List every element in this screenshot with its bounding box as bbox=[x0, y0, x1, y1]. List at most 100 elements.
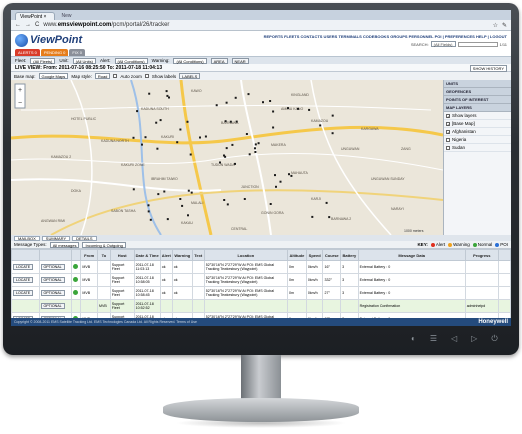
vehicle-marker[interactable] bbox=[186, 120, 189, 123]
map-style-select[interactable]: Road bbox=[94, 73, 111, 79]
show-history-button[interactable]: SHOW HISTORY bbox=[469, 65, 507, 72]
reload-icon[interactable]: C bbox=[35, 22, 39, 28]
column-header[interactable]: To bbox=[96, 249, 111, 261]
optional-button[interactable]: OPTIONAL bbox=[38, 299, 72, 313]
vehicle-marker[interactable] bbox=[187, 214, 189, 217]
vehicle-marker[interactable] bbox=[176, 141, 179, 144]
vehicle-marker[interactable] bbox=[231, 143, 234, 146]
vehicle-marker[interactable] bbox=[234, 96, 237, 99]
layer-checkbox[interactable] bbox=[446, 137, 450, 142]
vehicle-marker[interactable] bbox=[163, 190, 166, 193]
vehicle-marker[interactable] bbox=[272, 110, 275, 113]
vehicle-marker[interactable] bbox=[219, 161, 221, 164]
vehicle-marker[interactable] bbox=[166, 94, 169, 97]
vehicle-marker[interactable] bbox=[181, 204, 184, 207]
vehicle-marker[interactable] bbox=[287, 107, 289, 110]
monitor-button-icon[interactable]: ☰ bbox=[430, 334, 437, 344]
optional-button-text[interactable]: OPTIONAL bbox=[40, 303, 65, 309]
optional-button-text[interactable]: OPTIONAL bbox=[40, 277, 65, 283]
tab-alerts[interactable]: ALERTS 0 bbox=[15, 49, 40, 56]
column-header[interactable] bbox=[11, 249, 40, 261]
locate-button[interactable]: LOCATE bbox=[11, 273, 40, 287]
vehicle-marker[interactable] bbox=[229, 120, 232, 123]
units-header[interactable]: UNITS bbox=[444, 80, 511, 88]
vehicle-marker[interactable] bbox=[308, 108, 311, 111]
vehicle-marker[interactable] bbox=[187, 189, 190, 192]
vehicle-marker[interactable] bbox=[155, 121, 158, 124]
vehicle-marker[interactable] bbox=[245, 133, 248, 135]
column-header[interactable]: Date & Time bbox=[133, 249, 161, 261]
optional-button-text[interactable]: OPTIONAL bbox=[40, 264, 65, 270]
new-tab-button[interactable]: New bbox=[55, 12, 77, 20]
vehicle-marker[interactable] bbox=[179, 128, 182, 131]
vehicle-marker[interactable] bbox=[204, 135, 207, 138]
vehicle-marker[interactable] bbox=[311, 215, 314, 218]
column-header[interactable]: Text bbox=[191, 249, 205, 261]
column-header[interactable]: Course bbox=[322, 249, 342, 261]
labels-button[interactable]: LABELS bbox=[179, 73, 201, 79]
table-row[interactable]: LOCATE OPTIONAL MVB Support Fleet 2011-07-18… bbox=[11, 286, 511, 300]
url-field[interactable]: www.emsviewpoint.com/pcm/portal/26/track… bbox=[43, 22, 488, 28]
vehicle-marker[interactable] bbox=[179, 198, 182, 200]
column-header[interactable] bbox=[497, 249, 511, 261]
vehicle-marker[interactable] bbox=[275, 185, 277, 188]
vehicle-marker[interactable] bbox=[257, 142, 260, 145]
vehicle-marker[interactable] bbox=[136, 110, 139, 113]
layer-item[interactable]: Afghanistan bbox=[444, 128, 511, 136]
locate-button[interactable] bbox=[11, 299, 40, 313]
optional-button[interactable]: OPTIONAL bbox=[38, 260, 72, 274]
star-icon[interactable]: ☆ bbox=[493, 22, 498, 29]
column-header[interactable] bbox=[38, 249, 72, 261]
alert-select[interactable]: (All Conditions) bbox=[114, 57, 148, 64]
vehicle-marker[interactable] bbox=[226, 203, 229, 206]
base-map-select[interactable]: Google Maps bbox=[38, 73, 69, 79]
locate-button-text[interactable]: LOCATE bbox=[13, 264, 34, 270]
layer-checkbox[interactable] bbox=[446, 129, 450, 134]
browser-tab[interactable]: ViewPoint × bbox=[15, 12, 56, 20]
vehicle-marker[interactable] bbox=[235, 120, 238, 123]
unit-select[interactable]: (All Units) bbox=[72, 57, 96, 64]
column-header[interactable]: Location bbox=[203, 249, 288, 261]
locate-button[interactable]: LOCATE bbox=[11, 286, 40, 300]
auto-zoom-checkbox[interactable] bbox=[113, 74, 118, 78]
layer-item[interactable]: Show layers bbox=[444, 112, 511, 120]
search-input[interactable] bbox=[457, 41, 498, 47]
vehicle-marker[interactable] bbox=[215, 104, 218, 107]
vehicle-marker[interactable] bbox=[331, 132, 334, 135]
layer-item[interactable]: Sudan bbox=[444, 144, 511, 152]
vehicle-marker[interactable] bbox=[325, 201, 328, 204]
vehicle-marker[interactable] bbox=[223, 199, 226, 201]
vehicle-marker[interactable] bbox=[319, 124, 322, 127]
area-button[interactable]: AREA bbox=[210, 57, 228, 64]
vehicle-marker[interactable] bbox=[243, 198, 246, 200]
vehicle-marker[interactable] bbox=[262, 101, 264, 104]
vehicle-marker[interactable] bbox=[157, 193, 160, 196]
locate-button[interactable]: LOCATE bbox=[11, 260, 40, 274]
tab-fix[interactable]: FIX 0 bbox=[69, 49, 85, 56]
table-row[interactable]: LOCATE OPTIONAL MVB Support Fleet 2011-07-18… bbox=[11, 260, 511, 274]
search-field-select[interactable]: (All Fields) bbox=[430, 41, 456, 47]
vehicle-marker[interactable] bbox=[254, 147, 256, 150]
monitor-button-icon[interactable]: ◁ bbox=[451, 334, 457, 344]
column-header[interactable]: Message Data bbox=[357, 249, 466, 261]
column-header[interactable]: Host bbox=[109, 249, 135, 261]
vehicle-marker[interactable] bbox=[141, 143, 143, 146]
forward-icon[interactable]: → bbox=[25, 22, 31, 28]
locate-button-text[interactable]: LOCATE bbox=[13, 277, 34, 283]
vehicle-marker[interactable] bbox=[269, 203, 272, 205]
layer-item[interactable]: [Base Map] bbox=[444, 120, 511, 128]
layer-checkbox[interactable] bbox=[446, 145, 450, 150]
vehicle-marker[interactable] bbox=[328, 216, 331, 219]
monitor-button-icon[interactable]: ▷ bbox=[471, 334, 477, 344]
vehicle-marker[interactable] bbox=[148, 92, 151, 95]
wrench-icon[interactable]: ✎ bbox=[502, 22, 507, 29]
direction-select[interactable]: Incoming & Outgoing bbox=[82, 241, 126, 248]
tab-mailbox[interactable]: MAILBOX bbox=[14, 235, 40, 241]
vehicle-marker[interactable] bbox=[234, 162, 236, 165]
vehicle-marker[interactable] bbox=[272, 126, 275, 129]
vehicle-marker[interactable] bbox=[225, 101, 228, 104]
tab-summary[interactable]: SUMMARY bbox=[41, 235, 71, 241]
column-header[interactable] bbox=[70, 249, 82, 261]
vehicle-marker[interactable] bbox=[147, 210, 150, 213]
top-navigation[interactable]: REPORTS FLEETS CONTACTS USERS TERMINALS … bbox=[264, 34, 507, 39]
